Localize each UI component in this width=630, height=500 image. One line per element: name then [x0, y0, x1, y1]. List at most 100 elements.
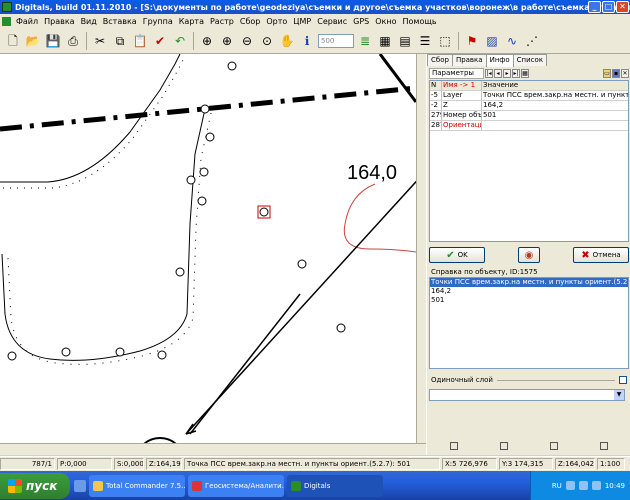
next-record-icon[interactable]: ▸ — [503, 69, 511, 78]
zoom-window-icon[interactable]: ⊕ — [198, 32, 216, 50]
menu-gps[interactable]: GPS — [350, 17, 372, 26]
row-value[interactable] — [482, 121, 628, 130]
table-row[interactable]: -5 Layer Точки ПСС врем.закр.на местн. и… — [430, 91, 628, 101]
menu-window[interactable]: Окно — [372, 17, 399, 26]
attribute-grid[interactable]: N Имя -> 1 Значение -5 Layer Точки ПСС в… — [429, 80, 629, 242]
grid-view-icon[interactable]: ▦ — [521, 69, 529, 78]
start-button[interactable]: пуск — [0, 472, 70, 499]
row-value[interactable]: 501 — [482, 111, 628, 120]
list-icon[interactable]: ☰ — [416, 32, 434, 50]
menu-view[interactable]: Вид — [78, 17, 100, 26]
row-n: 279 — [430, 111, 442, 120]
info-selected-line[interactable]: Точки ПСС врем.закр.на местн. и пункты о… — [430, 278, 628, 287]
table-row[interactable]: -2 Z 164,2 — [430, 101, 628, 111]
zoom-extent-icon[interactable]: ⊙ — [258, 32, 276, 50]
layer-select[interactable]: ▼ — [429, 389, 625, 401]
undo-icon[interactable]: ↶ — [171, 32, 189, 50]
pan-hand-icon[interactable]: ✋ — [278, 32, 296, 50]
col-name[interactable]: Имя -> 1 — [442, 81, 482, 90]
tab-info[interactable]: Инфо — [485, 54, 514, 67]
side-panel: Сбор Правка Инфо Список Параметры |◂ ◂ ▸… — [426, 54, 630, 455]
menu-file[interactable]: Файл — [13, 17, 41, 26]
hatch-icon[interactable]: ⋰ — [523, 32, 541, 50]
bottom-button[interactable] — [500, 442, 508, 450]
menu-edit[interactable]: Правка — [41, 17, 77, 26]
menu-service[interactable]: Сервис — [314, 17, 350, 26]
curve-icon[interactable]: ∿ — [503, 32, 521, 50]
language-indicator[interactable]: RU — [552, 482, 562, 490]
info-icon[interactable]: ℹ — [298, 32, 316, 50]
close-params-icon[interactable]: ✕ — [621, 69, 629, 78]
app-icon — [2, 2, 12, 12]
bottom-button[interactable] — [550, 442, 558, 450]
menu-help[interactable]: Помощь — [400, 17, 440, 26]
close-button[interactable]: ✕ — [616, 1, 629, 13]
traffic-light-icon[interactable]: ⚑ — [463, 32, 481, 50]
first-record-icon[interactable]: |◂ — [485, 69, 493, 78]
table-row[interactable]: 279 Номер объ 501 — [430, 111, 628, 121]
menu-dem[interactable]: ЦМР — [290, 17, 314, 26]
document-icon[interactable] — [2, 16, 11, 26]
bottom-button[interactable] — [450, 442, 458, 450]
menu-raster[interactable]: Растр — [207, 17, 237, 26]
paste-icon[interactable]: 📋 — [131, 32, 149, 50]
map-vertical-scrollbar[interactable] — [416, 54, 426, 443]
grid-icon[interactable]: ▤ — [396, 32, 414, 50]
row-name: Layer — [442, 91, 482, 100]
tab-collect[interactable]: Сбор — [427, 54, 453, 66]
cancel-button[interactable]: ✖ Отмена — [573, 247, 629, 263]
params-toolbar: Параметры |◂ ◂ ▸ ▸| ▦ ▭ ▪ ✕ — [429, 68, 629, 79]
map-canvas[interactable]: 164,0 — [0, 54, 416, 443]
volume-icon[interactable] — [591, 481, 601, 490]
info-line: 501 — [431, 296, 445, 304]
menu-insert[interactable]: Вставка — [100, 17, 140, 26]
cut-icon[interactable]: ✂ — [91, 32, 109, 50]
tray-icon[interactable] — [565, 481, 575, 490]
zoom-in-icon[interactable]: ⊕ — [218, 32, 236, 50]
table-row[interactable]: 287 Ориентация — [430, 121, 628, 131]
task-digitals[interactable]: Digitals — [287, 474, 383, 497]
copy-icon[interactable]: ⧉ — [111, 32, 129, 50]
ok-button[interactable]: ✔ OK — [429, 247, 485, 263]
save-icon[interactable]: 💾 — [44, 32, 62, 50]
tab-list[interactable]: Список — [512, 54, 548, 66]
prev-record-icon[interactable]: ◂ — [494, 69, 502, 78]
row-value[interactable]: Точки ПСС врем.закр.на местн. и пункты о… — [482, 91, 628, 100]
single-layer-row: Одиночный слой — [431, 376, 627, 384]
tray-icon[interactable] — [578, 481, 588, 490]
zoom-out-icon[interactable]: ⊖ — [238, 32, 256, 50]
tab-edit[interactable]: Правка — [451, 54, 487, 66]
quick-launch-icon[interactable] — [74, 479, 86, 492]
select-icon[interactable]: ⬚ — [436, 32, 454, 50]
menu-ortho[interactable]: Орто — [263, 17, 290, 26]
new-file-icon[interactable]: 🗋 — [4, 32, 22, 50]
maximize-button[interactable]: □ — [602, 1, 615, 13]
task-label: Total Commander 7.5... — [106, 481, 185, 490]
table-icon[interactable]: ▦ — [376, 32, 394, 50]
task-total-commander[interactable]: Total Commander 7.5... — [89, 474, 185, 497]
menu-group[interactable]: Группа — [140, 17, 176, 26]
eye-button[interactable]: ◉ — [518, 247, 540, 263]
bottom-button[interactable] — [600, 442, 608, 450]
last-record-icon[interactable]: ▸| — [512, 69, 520, 78]
row-n: 287 — [430, 121, 442, 130]
object-info-box[interactable]: Точки ПСС врем.закр.на местн. и пункты о… — [429, 277, 629, 369]
zoom-scale-input[interactable]: 500 — [318, 33, 354, 48]
chevron-down-icon[interactable]: ▼ — [614, 390, 624, 400]
layers-icon[interactable]: ≣ — [356, 32, 374, 50]
map-horizontal-scrollbar[interactable] — [0, 443, 426, 455]
folder-icon[interactable]: ▭ — [603, 69, 611, 78]
col-value[interactable]: Значение — [482, 81, 628, 90]
task-geosystem[interactable]: Геосистема/Аналити... — [188, 474, 284, 497]
minimize-button[interactable]: _ — [588, 1, 601, 13]
row-value[interactable]: 164,2 — [482, 101, 628, 110]
print-icon[interactable]: ⎙ — [64, 32, 82, 50]
open-folder-icon[interactable]: 📂 — [24, 32, 42, 50]
menu-collect[interactable]: Сбор — [237, 17, 264, 26]
raster-icon[interactable]: ▨ — [483, 32, 501, 50]
menu-map[interactable]: Карта — [176, 17, 207, 26]
check-icon[interactable]: ✔ — [151, 32, 169, 50]
windows-logo-icon — [8, 478, 22, 493]
single-layer-checkbox[interactable] — [619, 376, 627, 384]
save-params-icon[interactable]: ▪ — [612, 69, 620, 78]
